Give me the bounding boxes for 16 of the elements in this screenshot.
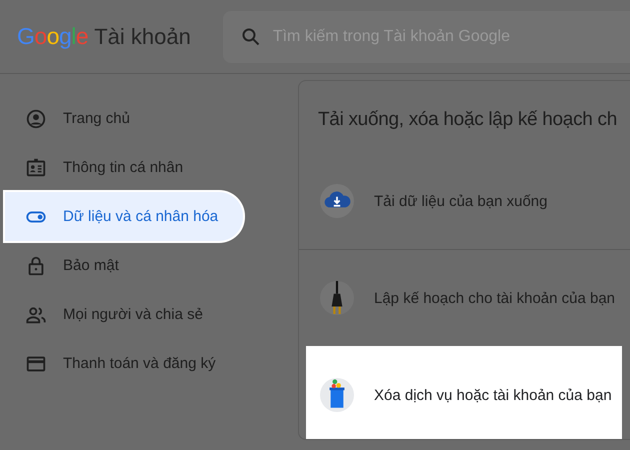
sidebar-item[interactable]: Thanh toán và đăng ký xyxy=(5,339,243,388)
sidebar-item[interactable]: Trang chủ xyxy=(5,94,243,143)
option-row[interactable]: Tải dữ liệu của bạn xuống xyxy=(299,153,630,249)
account-circle-icon xyxy=(25,108,47,130)
google-logo: Google xyxy=(17,23,88,50)
option-row[interactable]: Xóa dịch vụ hoặc tài khoản của bạn xyxy=(306,346,622,439)
cloud-download-icon xyxy=(320,184,354,218)
id-card-icon xyxy=(25,156,47,178)
trash-bin-icon xyxy=(320,378,354,412)
product-name: Tài khoản xyxy=(94,24,191,50)
sidebar-item[interactable]: Mọi người và chia sẻ xyxy=(5,290,243,339)
section-title: Tải xuống, xóa hoặc lập kế hoạch ch xyxy=(318,109,618,131)
sidebar-item[interactable]: Thông tin cá nhân xyxy=(5,143,243,192)
sidebar-item[interactable]: Dữ liệu và cá nhân hóa xyxy=(5,192,243,241)
sidebar-item[interactable]: Bảo mật xyxy=(5,241,243,290)
plug-icon xyxy=(320,281,354,315)
